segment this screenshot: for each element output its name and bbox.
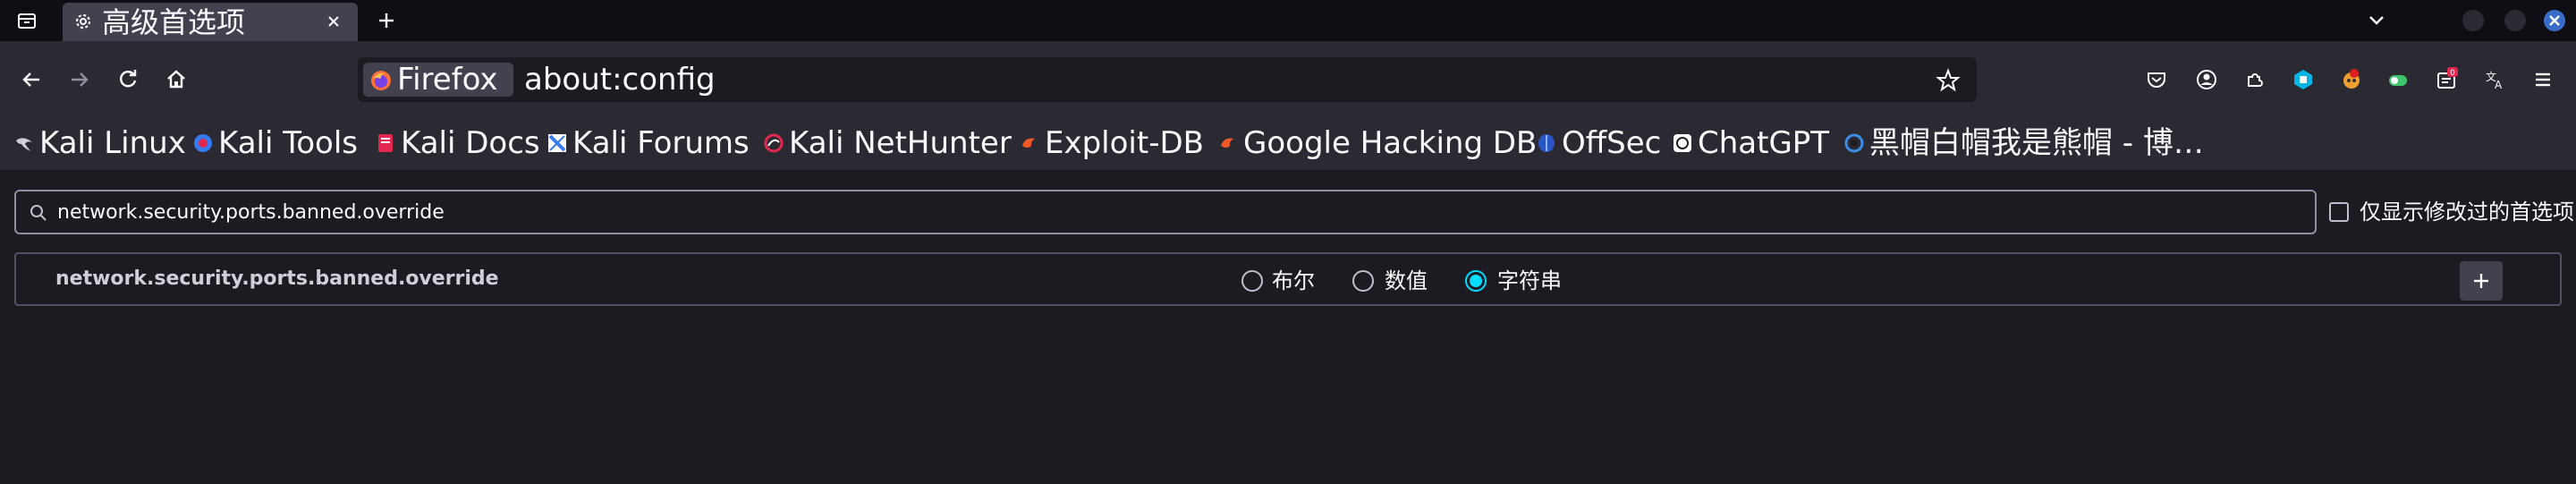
bookmark-label: Kali NetHunter xyxy=(789,125,1012,161)
kali-docs-icon xyxy=(376,133,395,153)
close-icon[interactable] xyxy=(322,10,345,33)
bookmark-label: ChatGPT xyxy=(1698,125,1830,161)
kali-dragon-icon xyxy=(14,133,34,153)
bookmark-label: OffSec xyxy=(1562,125,1662,161)
bookmark-kali-docs[interactable]: Kali Docs xyxy=(376,123,540,163)
bookmark-kali-forums[interactable]: Kali Forums xyxy=(547,123,750,163)
bookmark-label: Kali Tools xyxy=(218,125,358,161)
pocket-icon[interactable] xyxy=(2143,66,2170,93)
ghdb-icon xyxy=(1218,133,1238,153)
notes-extension-icon[interactable]: 0 xyxy=(2433,66,2460,93)
identity-label: Firefox xyxy=(397,62,498,98)
search-icon xyxy=(29,203,48,223)
show-modified-checkbox[interactable] xyxy=(2329,202,2349,222)
pref-search-box[interactable] xyxy=(14,190,2317,234)
radio-number-label[interactable]: 数值 xyxy=(1385,267,1428,294)
home-button[interactable] xyxy=(161,64,191,95)
gear-icon xyxy=(73,12,93,31)
new-tab-button[interactable] xyxy=(374,8,399,33)
radio-boolean-label[interactable]: 布尔 xyxy=(1272,267,1315,294)
window-maximize-button[interactable] xyxy=(2504,10,2526,31)
account-icon[interactable] xyxy=(2193,66,2220,93)
cookie-editor-icon[interactable] xyxy=(2385,66,2411,93)
translate-icon[interactable]: 文A xyxy=(2481,66,2508,93)
bookmark-label: Kali Forums xyxy=(572,125,750,161)
nethunter-icon xyxy=(764,133,784,153)
navigation-toolbar: Firefox about:config 0 文A xyxy=(0,41,2576,118)
bookmark-label: 黑帽白帽我是熊帽 - 博… xyxy=(1869,125,2204,161)
pref-name: network.security.ports.banned.override xyxy=(55,267,499,290)
exploit-db-icon xyxy=(1020,133,1039,153)
window-minimize-button[interactable] xyxy=(2462,10,2484,31)
bookmark-chatgpt[interactable]: ChatGPT xyxy=(1673,123,1829,163)
proxy-extension-icon[interactable] xyxy=(2290,66,2317,93)
bookmark-kali-tools[interactable]: Kali Tools xyxy=(193,123,358,163)
radio-number[interactable] xyxy=(1352,270,1374,292)
url-text[interactable]: about:config xyxy=(524,63,716,97)
globe-icon xyxy=(1844,133,1864,153)
firefox-logo-icon xyxy=(370,70,392,91)
reload-button[interactable] xyxy=(113,64,143,95)
hamburger-menu-icon[interactable] xyxy=(2529,66,2556,93)
firefox-view-button[interactable] xyxy=(14,8,39,33)
bookmark-label: Kali Docs xyxy=(401,125,540,161)
address-bar[interactable]: Firefox about:config xyxy=(358,57,1977,102)
kali-tools-icon xyxy=(193,133,213,153)
new-pref-row: network.security.ports.banned.override 布… xyxy=(14,252,2562,306)
extensions-puzzle-icon[interactable] xyxy=(2241,66,2268,93)
tab-strip: 高级首选项 xyxy=(0,0,2576,41)
hackbar-extension-icon[interactable] xyxy=(2338,66,2365,93)
show-modified-label[interactable]: 仅显示修改过的首选项 xyxy=(2360,199,2574,225)
extension-badge: 0 xyxy=(2450,69,2455,78)
bookmark-kali-linux[interactable]: Kali Linux xyxy=(14,123,186,163)
bookmark-label: Exploit-DB xyxy=(1045,125,1204,161)
bookmark-star-icon[interactable] xyxy=(1936,68,1961,93)
offsec-icon xyxy=(1537,133,1556,153)
radio-string[interactable] xyxy=(1465,270,1487,292)
tab-advanced-preferences[interactable]: 高级首选项 xyxy=(63,3,358,41)
radio-boolean[interactable] xyxy=(1241,270,1263,292)
bookmark-offsec[interactable]: OffSec xyxy=(1537,123,1661,163)
bookmark-kali-nethunter[interactable]: Kali NetHunter xyxy=(764,123,1012,163)
tab-title: 高级首选项 xyxy=(102,5,246,39)
bookmark-google-hacking-db[interactable]: Google Hacking DB xyxy=(1218,123,1537,163)
kali-forums-icon xyxy=(547,133,567,153)
bookmark-exploit-db[interactable]: Exploit-DB xyxy=(1020,123,1204,163)
about-config-page: 仅显示修改过的首选项 network.security.ports.banned… xyxy=(0,170,2576,484)
forward-button[interactable] xyxy=(64,64,95,95)
window-close-button[interactable] xyxy=(2544,10,2565,31)
identity-box[interactable]: Firefox xyxy=(363,63,513,97)
back-button[interactable] xyxy=(16,64,47,95)
bookmark-label: Kali Linux xyxy=(39,125,186,161)
radio-string-label[interactable]: 字符串 xyxy=(1497,267,1562,294)
bookmark-label: Google Hacking DB xyxy=(1243,125,1538,161)
pref-search-input[interactable] xyxy=(57,199,2293,225)
bookmark-blog[interactable]: 黑帽白帽我是熊帽 - 博… xyxy=(1844,123,2204,163)
bookmarks-toolbar: Kali Linux Kali Tools Kali Docs Kali For… xyxy=(0,118,2576,170)
add-pref-button[interactable] xyxy=(2460,261,2503,301)
chatgpt-icon xyxy=(1673,133,1692,153)
list-all-tabs-button[interactable] xyxy=(2365,9,2388,32)
svg-text:A: A xyxy=(2495,79,2503,91)
